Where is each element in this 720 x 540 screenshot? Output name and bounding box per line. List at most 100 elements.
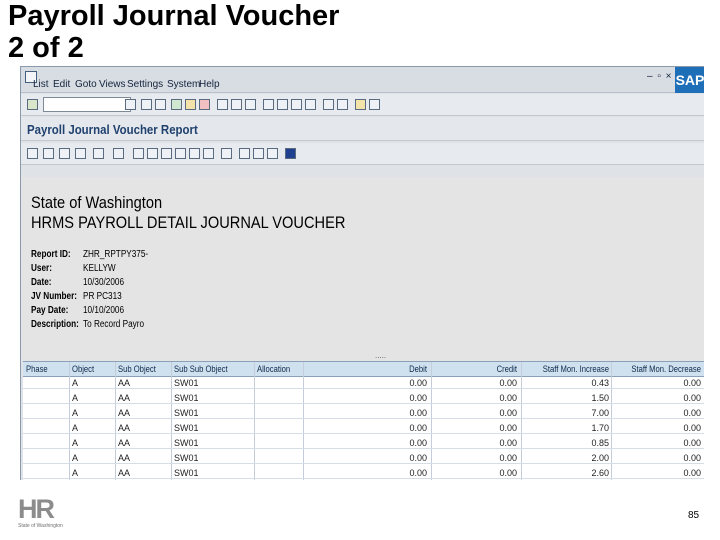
mail-icon[interactable]	[203, 148, 214, 159]
column-header-staff-mon-increase[interactable]: Staff Mon. Increase	[536, 364, 609, 374]
menu-edit[interactable]: Edit	[53, 79, 70, 91]
shortcut-icon[interactable]	[337, 99, 348, 110]
cell-staff-mon-increase: 1.50	[591, 393, 609, 403]
menu-settings[interactable]: Settings	[127, 79, 163, 91]
next-page-icon[interactable]	[291, 99, 302, 110]
date-label: Date:	[31, 277, 52, 288]
cell-debit: 0.00	[409, 378, 427, 388]
cell-staff-mon-decrease: 0.00	[683, 408, 701, 418]
change-layout-icon[interactable]	[239, 148, 250, 159]
cell-object: A	[72, 408, 79, 418]
window-controls[interactable]: – ▫ ×	[647, 71, 673, 82]
sort-ascending-icon[interactable]	[43, 148, 54, 159]
hr-logo-subtitle: State of Washington	[18, 523, 63, 529]
cell-sub-object: AA	[118, 438, 131, 448]
cell-credit: 0.00	[499, 393, 517, 403]
table-row[interactable]: A AA SW01 0.00 0.00 1.50 0.00	[23, 393, 704, 404]
layout-menu-icon[interactable]	[369, 99, 380, 110]
menu-help[interactable]: Help	[199, 79, 220, 91]
subtotal-icon[interactable]	[113, 148, 124, 159]
local-file-icon[interactable]	[189, 148, 200, 159]
information-icon[interactable]	[285, 148, 296, 159]
sap-logo: SAP	[675, 67, 704, 93]
previous-page-icon[interactable]	[277, 99, 288, 110]
report-line-2: HRMS PAYROLL DETAIL JOURNAL VOUCHER	[31, 213, 346, 232]
menu-goto[interactable]: Goto	[75, 79, 97, 91]
table-row[interactable]: A AA SW01 0.00 0.00 2.60 0.00	[23, 468, 704, 479]
slide-title: Payroll Journal Voucher 2 of 2	[8, 0, 339, 64]
column-header-phase[interactable]: Phase	[26, 364, 48, 374]
report-header-area: State of Washington HRMS PAYROLL DETAIL …	[21, 177, 704, 361]
cell-staff-mon-increase: 2.00	[591, 453, 609, 463]
cell-debit: 0.00	[409, 423, 427, 433]
user-label: User:	[31, 263, 52, 274]
slide-title-line2: 2 of 2	[8, 32, 84, 64]
cell-object: A	[72, 468, 79, 478]
jv-number-label: JV Number:	[31, 291, 78, 302]
print-icon[interactable]	[217, 99, 228, 110]
splitter-handle[interactable]: .....	[375, 351, 386, 360]
jv-number-value: PR PC313	[83, 291, 122, 302]
cell-staff-mon-increase: 0.43	[591, 378, 609, 388]
menu-list[interactable]: List	[33, 79, 49, 91]
cell-staff-mon-increase: 1.70	[591, 423, 609, 433]
filter-icon[interactable]	[75, 148, 86, 159]
command-field[interactable]	[43, 97, 131, 112]
back-arrow-icon[interactable]	[141, 99, 152, 110]
cell-staff-mon-decrease: 0.00	[683, 423, 701, 433]
app-title-bar: Payroll Journal Voucher Report	[21, 117, 704, 141]
save-icon[interactable]	[155, 99, 166, 110]
find-icon[interactable]	[231, 99, 242, 110]
sum-icon[interactable]	[93, 148, 104, 159]
first-page-icon[interactable]	[263, 99, 274, 110]
description-label: Description:	[31, 319, 79, 330]
sort-descending-icon[interactable]	[59, 148, 70, 159]
select-layout-icon[interactable]	[253, 148, 264, 159]
word-processing-icon[interactable]	[175, 148, 186, 159]
exit-icon[interactable]	[185, 99, 196, 110]
pay-date-label: Pay Date:	[31, 305, 69, 316]
table-row[interactable]: A AA SW01 0.00 0.00 0.43 0.00	[23, 378, 704, 389]
table-row[interactable]: A AA SW01 0.00 0.00 2.00 0.00	[23, 453, 704, 464]
cell-debit: 0.00	[409, 468, 427, 478]
table-row[interactable]: A AA SW01 0.00 0.00 0.85 0.00	[23, 438, 704, 449]
cell-sub-sub-object: SW01	[174, 378, 199, 388]
enter-icon[interactable]	[27, 99, 38, 110]
cell-staff-mon-increase: 7.00	[591, 408, 609, 418]
column-header-staff-mon-decrease[interactable]: Staff Mon. Decrease	[626, 364, 701, 374]
cell-credit: 0.00	[499, 423, 517, 433]
cell-object: A	[72, 453, 79, 463]
slide-title-line1: Payroll Journal Voucher	[8, 0, 340, 32]
cell-staff-mon-decrease: 0.00	[683, 378, 701, 388]
column-header-object[interactable]: Object	[72, 364, 94, 374]
menu-system[interactable]: System	[167, 79, 200, 91]
pay-date-value: 10/10/2006	[83, 305, 125, 316]
command-dropdown-icon[interactable]	[125, 99, 136, 110]
column-header-sub-sub-object[interactable]: Sub Sub Object	[174, 364, 228, 374]
new-session-icon[interactable]	[323, 99, 334, 110]
column-header-sub-object[interactable]: Sub Object	[118, 364, 156, 374]
report-id-value: ZHR_RPTPY375-	[83, 249, 149, 260]
column-header-allocation[interactable]: Allocation	[257, 364, 290, 374]
table-row[interactable]: A AA SW01 0.00 0.00 7.00 0.00	[23, 408, 704, 419]
cell-object: A	[72, 378, 79, 388]
cancel-icon[interactable]	[199, 99, 210, 110]
column-header-credit[interactable]: Credit	[480, 364, 517, 374]
back-icon[interactable]	[171, 99, 182, 110]
help-icon[interactable]	[355, 99, 366, 110]
refresh-icon[interactable]	[133, 148, 144, 159]
graphic-icon[interactable]	[221, 148, 232, 159]
export-icon[interactable]	[147, 148, 158, 159]
save-layout-icon[interactable]	[267, 148, 278, 159]
details-icon[interactable]	[27, 148, 38, 159]
report-line-1: State of Washington	[31, 193, 163, 212]
table-row[interactable]: A AA SW01 0.00 0.00 1.70 0.00	[23, 423, 704, 434]
column-header-debit[interactable]: Debit	[390, 364, 427, 374]
menu-views[interactable]: Views	[99, 79, 126, 91]
last-page-icon[interactable]	[305, 99, 316, 110]
hr-logo: HR State of Washington	[18, 496, 78, 530]
spreadsheet-icon[interactable]	[161, 148, 172, 159]
find-next-icon[interactable]	[245, 99, 256, 110]
report-id-label: Report ID:	[31, 249, 71, 260]
cell-staff-mon-increase: 2.60	[591, 468, 609, 478]
